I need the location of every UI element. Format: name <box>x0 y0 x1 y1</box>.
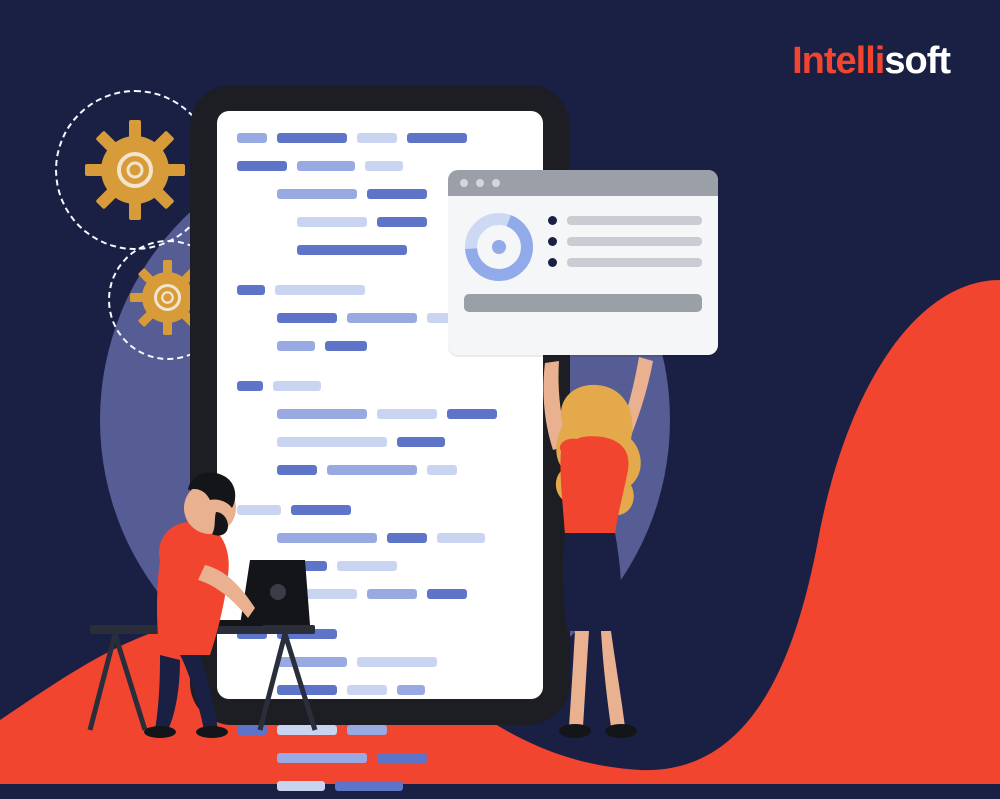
brand-second: soft <box>884 40 950 82</box>
popup-list-item <box>548 258 702 267</box>
brand-first: Intelli <box>792 40 884 82</box>
window-control-dot <box>476 179 484 187</box>
donut-chart-icon <box>464 212 534 282</box>
window-control-dot <box>460 179 468 187</box>
popup-titlebar <box>448 170 718 196</box>
window-control-dot <box>492 179 500 187</box>
popup-list <box>548 212 702 282</box>
person-sitting-illustration <box>60 430 360 750</box>
popup-footer-bar <box>464 294 702 312</box>
person-standing-illustration <box>505 355 735 755</box>
popup-list-item <box>548 216 702 225</box>
brand-logo: Intellisoft <box>792 40 950 83</box>
popup-list-item <box>548 237 702 246</box>
popup-window <box>448 170 718 355</box>
gear-icon-large <box>85 120 185 220</box>
